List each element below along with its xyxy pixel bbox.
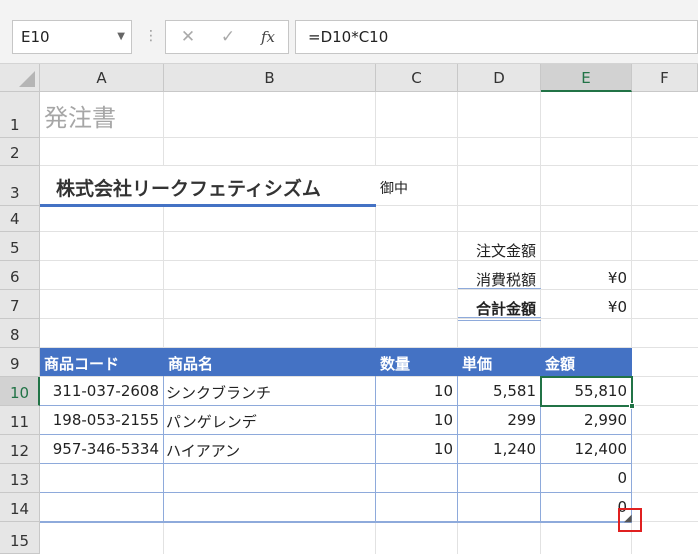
name-box-value: E10	[21, 28, 50, 46]
formula-buttons: ✕ ✓ fx	[165, 20, 289, 54]
column-header-a[interactable]: A	[40, 64, 164, 92]
cell-a12[interactable]: 957-346-5334	[40, 440, 163, 458]
document-title: 発注書	[44, 104, 116, 132]
cell-c11[interactable]: 10	[376, 411, 457, 429]
row-header-6[interactable]: 6	[0, 261, 40, 290]
summary-label-tax: 消費税額	[475, 271, 536, 289]
honorific: 御中	[380, 181, 408, 197]
column-header-b[interactable]: B	[164, 64, 376, 92]
row-header-7[interactable]: 7	[0, 290, 40, 319]
cell-b12[interactable]: ハイアアン	[166, 440, 240, 461]
row-header-13[interactable]: 13	[0, 464, 40, 493]
more-options-icon: ⋮	[144, 28, 158, 44]
cell-a10[interactable]: 311-037-2608	[40, 382, 163, 400]
row-header-10[interactable]: 10	[0, 377, 40, 406]
cell-d12[interactable]: 1,240	[458, 440, 540, 458]
row-header-12[interactable]: 12	[0, 435, 40, 464]
cell-b11[interactable]: パンゲレンデ	[166, 411, 257, 432]
summary-label-total: 合計金額	[475, 300, 536, 318]
name-box[interactable]: E10 ▼	[12, 20, 132, 54]
column-header-d[interactable]: D	[458, 64, 541, 92]
cell-d10[interactable]: 5,581	[458, 382, 540, 400]
cancel-icon[interactable]: ✕	[168, 21, 208, 53]
header-name: 商品名	[168, 355, 214, 373]
row-header-1[interactable]: 1	[0, 92, 40, 138]
column-header-c[interactable]: C	[376, 64, 458, 92]
summary-value-total: ¥0	[607, 298, 627, 316]
insert-function-icon[interactable]: fx	[248, 21, 288, 53]
company-underline	[40, 204, 376, 207]
cell-e11[interactable]: 2,990	[541, 411, 631, 429]
formula-bar: E10 ▼ ⋮ ✕ ✓ fx =D10*C10	[0, 0, 698, 64]
company-name: 株式会社リークフェティシズム	[56, 178, 321, 200]
formula-input[interactable]: =D10*C10	[295, 20, 698, 54]
header-price: 単価	[462, 355, 493, 373]
active-cell-border	[540, 376, 633, 407]
row-header-3[interactable]: 3	[0, 166, 40, 206]
cell-c12[interactable]: 10	[376, 440, 457, 458]
row-header-8[interactable]: 8	[0, 319, 40, 348]
header-code: 商品コード	[44, 355, 120, 373]
column-header-f[interactable]: F	[632, 64, 698, 92]
table-header-row	[40, 348, 632, 376]
row-header-2[interactable]: 2	[0, 138, 40, 166]
cell-b10[interactable]: シンクブランチ	[166, 382, 271, 403]
cell-e12[interactable]: 12,400	[541, 440, 631, 458]
row-header-14[interactable]: 14	[0, 493, 40, 522]
cell-grid[interactable]: 発注書 株式会社リークフェティシズム 御中 注文金額 消費税額 ¥0 合計金額 …	[40, 92, 698, 554]
summary-value-tax: ¥0	[607, 269, 627, 287]
summary-label-order: 注文金額	[475, 242, 536, 260]
column-header-e[interactable]: E	[541, 64, 632, 92]
cell-e13[interactable]: 0	[541, 469, 631, 487]
header-amount: 金額	[545, 355, 576, 373]
check-icon[interactable]: ✓	[208, 21, 248, 53]
row-header-11[interactable]: 11	[0, 406, 40, 435]
row-header-4[interactable]: 4	[0, 206, 40, 232]
cell-c10[interactable]: 10	[376, 382, 457, 400]
auto-fill-options-icon[interactable]: ◢	[624, 513, 632, 524]
row-header-15[interactable]: 15	[0, 522, 40, 554]
select-all-button[interactable]	[0, 64, 40, 92]
chevron-down-icon[interactable]: ▼	[117, 21, 125, 53]
worksheet: A B C D E F 1 2 3 4 5 6 7 8 9 10 11 12 1…	[0, 64, 698, 554]
cell-a11[interactable]: 198-053-2155	[40, 411, 163, 429]
cell-d11[interactable]: 299	[458, 411, 540, 429]
fill-handle[interactable]	[629, 403, 635, 409]
header-qty: 数量	[380, 355, 411, 373]
row-header-5[interactable]: 5	[0, 232, 40, 261]
row-header-9[interactable]: 9	[0, 348, 40, 377]
